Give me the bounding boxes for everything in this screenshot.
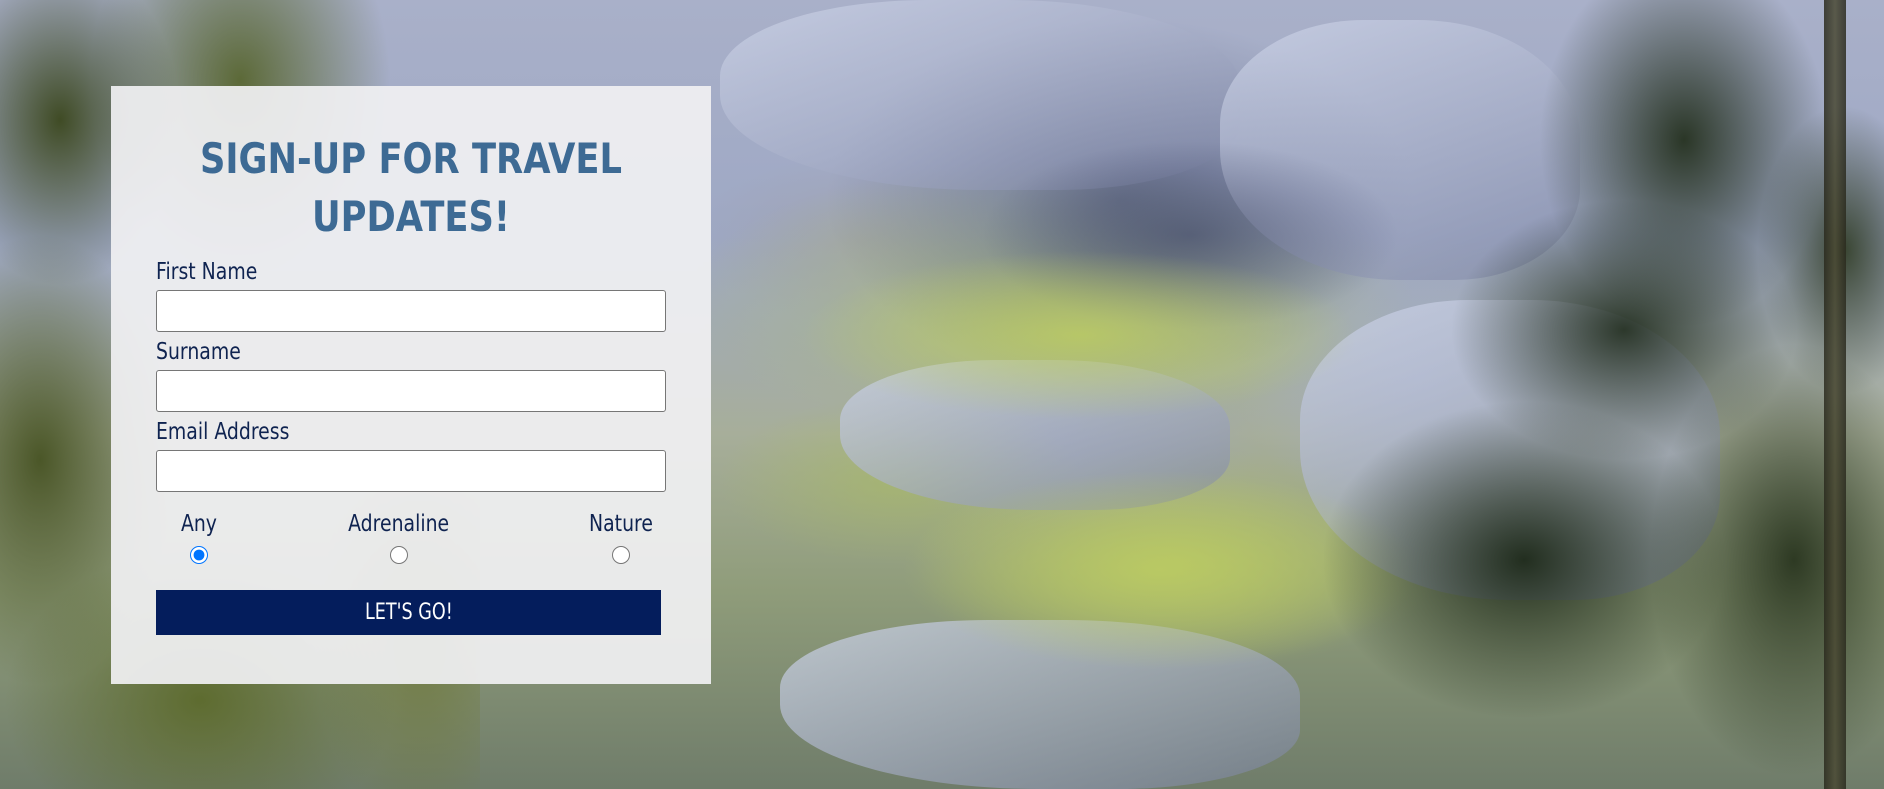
surname-label: Surname	[156, 339, 241, 365]
lets-go-button-label: LET'S GO!	[364, 600, 453, 625]
radio-option-adrenaline: Adrenaline	[316, 510, 481, 564]
radio-label-any: Any	[180, 511, 218, 537]
first-name-input[interactable]	[156, 290, 666, 332]
radio-adrenaline[interactable]	[389, 546, 408, 564]
surname-input[interactable]	[156, 370, 666, 412]
right-tree	[1324, 0, 1884, 789]
radio-nature[interactable]	[612, 546, 630, 564]
radio-label-adrenaline: Adrenaline	[347, 511, 450, 537]
tree-trunk	[1824, 0, 1846, 789]
radio-label-nature: Nature	[589, 511, 653, 537]
lets-go-button[interactable]: LET'S GO!	[156, 590, 661, 635]
radio-option-nature: Nature	[556, 510, 686, 564]
radio-option-any: Any	[156, 510, 242, 564]
radio-any[interactable]	[190, 546, 208, 564]
email-address-input[interactable]	[156, 450, 666, 492]
email-address-label: Email Address	[156, 419, 290, 445]
form-title: SIGN-UP FOR TRAVEL UPDATES!	[199, 134, 623, 241]
first-name-label: First Name	[156, 259, 258, 285]
signup-form: SIGN-UP FOR TRAVEL UPDATES! First Name S…	[111, 86, 711, 684]
interest-radio-group: Any Adrenaline Nature	[156, 510, 666, 578]
grass-slope	[800, 250, 1360, 420]
